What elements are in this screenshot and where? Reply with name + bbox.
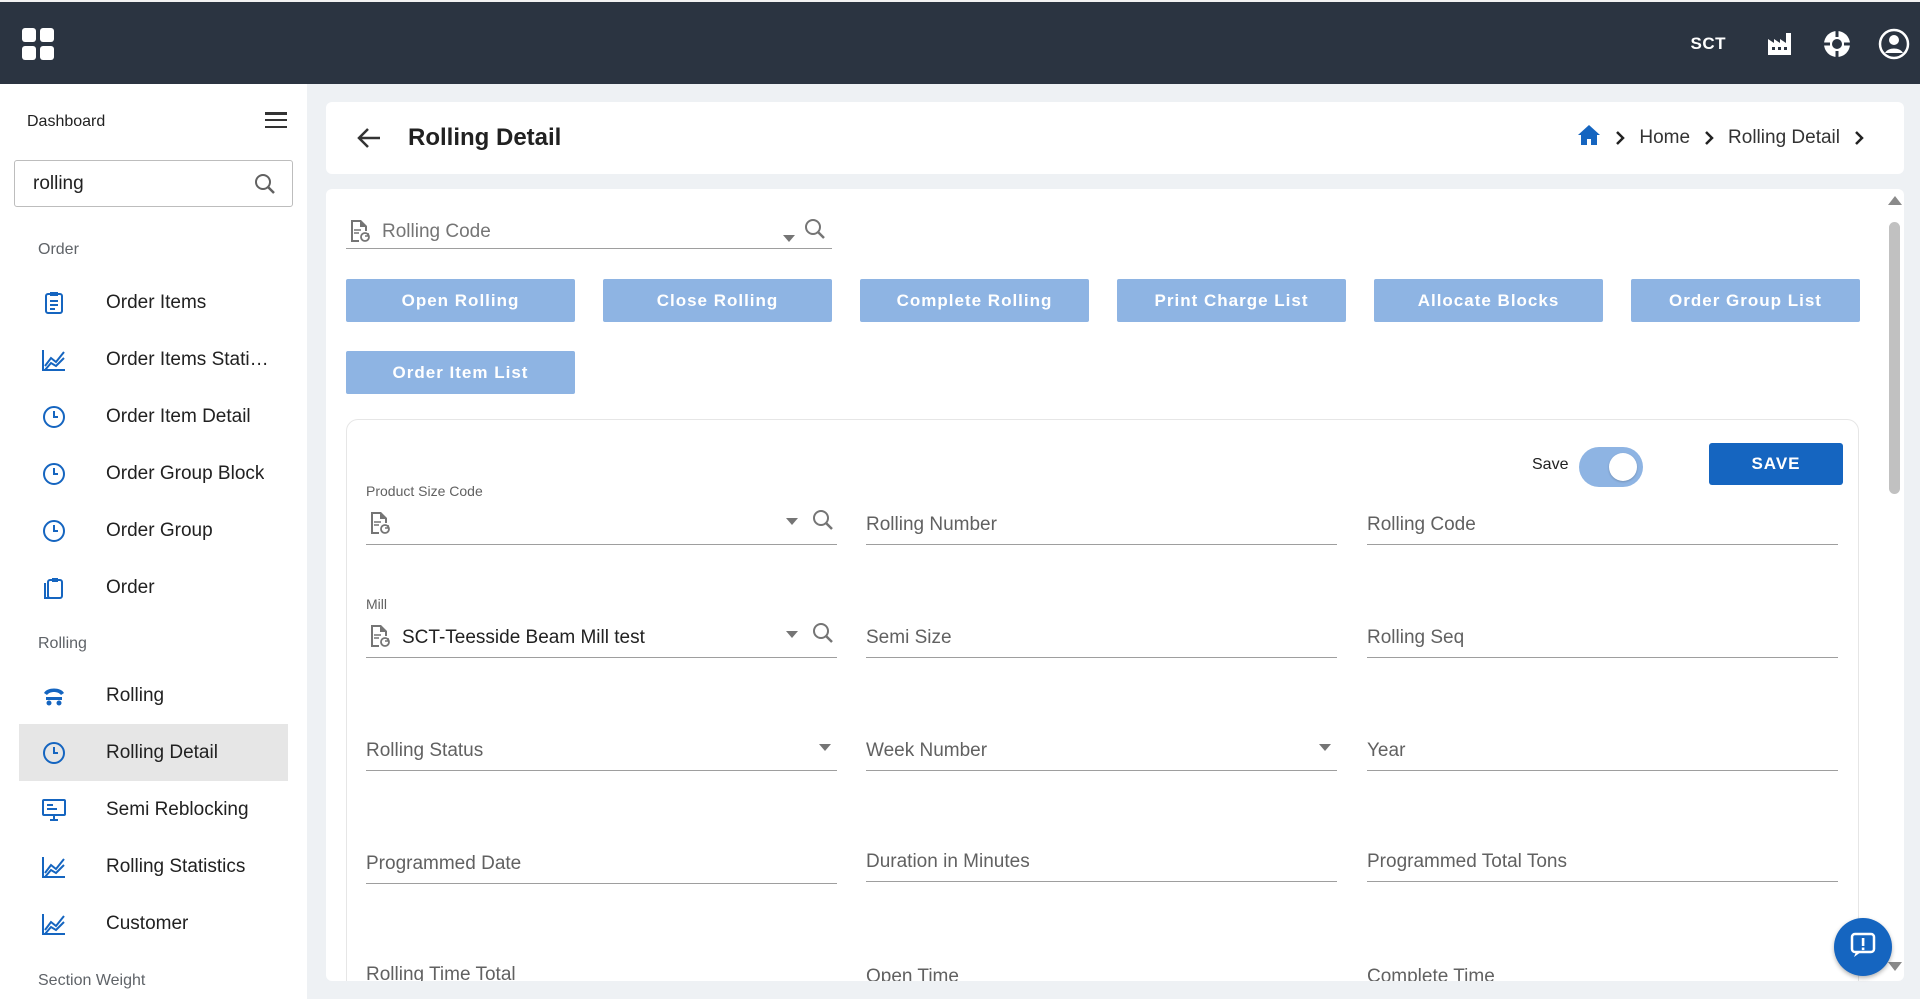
back-arrow-icon[interactable] — [356, 126, 382, 155]
mill-value: SCT-Teesside Beam Mill test — [402, 627, 645, 648]
sidebar-search[interactable] — [14, 160, 293, 207]
product-size-code-label: Product Size Code — [366, 483, 483, 499]
breadcrumb: Home Rolling Detail — [1577, 124, 1878, 152]
chevron-right-icon — [1704, 130, 1714, 146]
chart-line-icon — [39, 348, 69, 372]
programmed-total-tons-field[interactable]: Programmed Total Tons — [1367, 842, 1838, 882]
scroll-down-arrow[interactable] — [1888, 962, 1902, 971]
sidebar-title[interactable]: Dashboard — [27, 113, 105, 131]
org-code[interactable]: SCT — [1691, 34, 1727, 54]
rolling-time-total-field[interactable]: Rolling Time Total — [366, 955, 837, 981]
rolling-seq-field[interactable]: Rolling Seq — [1367, 618, 1838, 658]
rolling-code-field[interactable]: Rolling Code — [1367, 505, 1838, 545]
apps-grid-icon[interactable] — [22, 28, 54, 60]
dropdown-arrow-icon[interactable] — [783, 229, 795, 247]
section-section-weight: Section Weight — [38, 972, 146, 989]
copy-icon — [39, 576, 69, 600]
document-refresh-icon — [369, 511, 391, 540]
monitor-icon — [39, 798, 69, 822]
section-rolling: Rolling — [38, 635, 87, 652]
rolling-form: Save SAVE Product Size Code Rolling Numb… — [346, 419, 1859, 981]
chevron-right-icon — [1615, 130, 1626, 146]
search-icon[interactable] — [254, 173, 276, 200]
duration-in-minutes-field[interactable]: Duration in Minutes — [866, 842, 1337, 882]
sidebar-item-order[interactable]: Order — [19, 559, 288, 616]
rolling-status-select[interactable]: Rolling Status — [366, 731, 837, 771]
chart-line-icon — [39, 855, 69, 879]
menu-icon[interactable] — [265, 112, 287, 128]
page-header: Rolling Detail Home Rolling Detail — [326, 102, 1904, 174]
open-time-field[interactable]: Open Time — [866, 957, 1337, 981]
save-toggle[interactable] — [1579, 447, 1643, 487]
chart-line-icon — [39, 912, 69, 936]
document-refresh-icon — [349, 219, 371, 248]
mill-label: Mill — [366, 596, 387, 612]
programmed-date-field[interactable]: Programmed Date — [366, 844, 837, 884]
dropdown-arrow-icon[interactable] — [1319, 738, 1331, 756]
feedback-button[interactable] — [1834, 918, 1892, 976]
dropdown-arrow-icon[interactable] — [819, 738, 831, 756]
page-title: Rolling Detail — [408, 124, 562, 151]
rolling-code-select[interactable]: Rolling Code — [346, 213, 832, 249]
search-icon[interactable] — [812, 509, 834, 536]
week-number-select[interactable]: Week Number — [866, 731, 1337, 771]
mill-select[interactable]: Mill SCT-Teesside Beam Mill test — [366, 596, 837, 658]
scroll-up-arrow[interactable] — [1888, 196, 1902, 205]
feedback-icon — [1850, 932, 1876, 963]
scroll-thumb[interactable] — [1889, 222, 1900, 494]
support-icon[interactable] — [1821, 28, 1853, 60]
close-rolling-button[interactable]: Close Rolling — [603, 279, 832, 322]
factory-icon[interactable] — [1764, 28, 1796, 60]
allocate-blocks-button[interactable]: Allocate Blocks — [1374, 279, 1603, 322]
breadcrumb-rolling-detail[interactable]: Rolling Detail — [1728, 127, 1840, 149]
search-icon[interactable] — [812, 622, 834, 649]
account-icon[interactable] — [1878, 28, 1910, 60]
document-refresh-icon — [369, 624, 391, 653]
section-order: Order — [38, 241, 79, 258]
dropdown-arrow-icon[interactable] — [786, 512, 798, 530]
sidebar-item-order-group-block[interactable]: Order Group Block — [19, 445, 288, 502]
complete-rolling-button[interactable]: Complete Rolling — [860, 279, 1089, 322]
dropdown-arrow-icon[interactable] — [786, 625, 798, 643]
sidebar-item-rolling[interactable]: Rolling — [19, 667, 288, 724]
chevron-right-icon — [1854, 130, 1864, 146]
order-item-list-button[interactable]: Order Item List — [346, 351, 575, 394]
sidebar-search-input[interactable] — [33, 173, 243, 195]
rolling-number-field[interactable]: Rolling Number — [866, 505, 1337, 545]
print-charge-list-button[interactable]: Print Charge List — [1117, 279, 1346, 322]
rolling-icon — [39, 685, 69, 707]
sidebar-item-customer[interactable]: Customer — [19, 895, 288, 952]
sidebar-item-order-item-detail[interactable]: Order Item Detail — [19, 388, 288, 445]
sidebar-item-order-items-statistics[interactable]: Order Items Statistics — [19, 331, 288, 388]
rolling-code-placeholder: Rolling Code — [382, 221, 491, 242]
clock-icon — [39, 462, 69, 486]
clock-icon — [39, 741, 69, 765]
sidebar-item-order-items[interactable]: Order Items — [19, 274, 288, 331]
top-bar: SCT — [0, 0, 1920, 84]
open-rolling-button[interactable]: Open Rolling — [346, 279, 575, 322]
main-content: Rolling Code Open Rolling Close Rolling … — [326, 189, 1904, 981]
semi-size-field[interactable]: Semi Size — [866, 618, 1337, 658]
clipboard-list-icon — [39, 291, 69, 315]
order-group-list-button[interactable]: Order Group List — [1631, 279, 1860, 322]
complete-time-field[interactable]: Complete Time — [1367, 957, 1838, 981]
vertical-scrollbar[interactable] — [1884, 189, 1904, 981]
sidebar-item-semi-reblocking[interactable]: Semi Reblocking — [19, 781, 288, 838]
clock-icon — [39, 405, 69, 429]
save-toggle-label: Save — [1532, 456, 1569, 473]
sidebar-item-order-group[interactable]: Order Group — [19, 502, 288, 559]
clock-icon — [39, 519, 69, 543]
breadcrumb-home[interactable]: Home — [1639, 127, 1690, 149]
search-icon[interactable] — [804, 218, 826, 245]
save-button[interactable]: SAVE — [1709, 443, 1843, 485]
sidebar: Dashboard Order Order Items Order Items … — [0, 84, 307, 999]
year-field[interactable]: Year — [1367, 731, 1838, 771]
sidebar-item-rolling-statistics[interactable]: Rolling Statistics — [19, 838, 288, 895]
product-size-code-select[interactable]: Product Size Code — [366, 483, 837, 545]
home-icon[interactable] — [1577, 124, 1601, 152]
sidebar-item-rolling-detail[interactable]: Rolling Detail — [19, 724, 288, 781]
